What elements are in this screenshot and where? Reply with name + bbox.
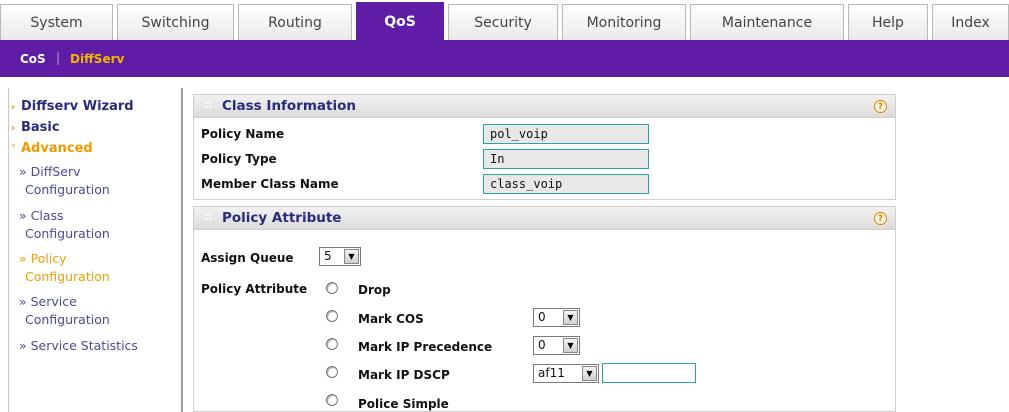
class-information-header: :: Class Information ? (193, 94, 896, 118)
menu-label: Basic (21, 120, 60, 135)
select-value: 0 (538, 338, 546, 352)
chevron-right-icon: › (11, 123, 16, 134)
policy-type-field: In (483, 149, 649, 169)
sub-nav: CoS | DiffServ (0, 40, 1009, 77)
mark-ip-dscp-label: Mark IP DSCP (358, 368, 450, 382)
menu-label: » DiffServ (19, 164, 81, 179)
radio-drop[interactable] (326, 282, 338, 294)
chevron-down-icon: ▼ (563, 338, 578, 353)
panel-title: Class Information (222, 98, 356, 114)
policy-attribute-label: Policy Attribute (201, 282, 308, 296)
help-icon[interactable]: ? (874, 212, 887, 225)
menu-diffserv-wizard[interactable]: › Diffserv Wizard (11, 99, 134, 114)
menu-advanced[interactable]: ˅ Advanced (11, 141, 93, 156)
radio-mark-ip-dscp[interactable] (326, 366, 338, 378)
mark-cos-select[interactable]: 0 ▼ (533, 308, 580, 327)
menu-label: Configuration (25, 226, 110, 241)
mark-ip-dscp-select[interactable]: af11 ▼ (533, 364, 599, 383)
top-nav: System Switching Routing QoS Security Mo… (0, 0, 1009, 40)
mark-ip-dscp-value-input[interactable] (602, 363, 696, 383)
chevron-down-icon: ▼ (344, 249, 359, 264)
tab-qos[interactable]: QoS (356, 2, 444, 40)
menu-label: Configuration (25, 269, 110, 284)
menu-label: » Policy (19, 251, 67, 266)
menu-diffserv-configuration[interactable]: » DiffServ Configuration (19, 164, 110, 197)
tab-switching[interactable]: Switching (117, 4, 234, 40)
chevron-down-icon: ▼ (563, 310, 578, 325)
menu-label: » Service Statistics (19, 338, 138, 353)
chevron-down-icon: ▼ (582, 366, 597, 381)
left-menu: › Diffserv Wizard › Basic ˅ Advanced » Diff… (8, 88, 183, 412)
panel-title: Policy Attribute (222, 210, 342, 226)
menu-class-configuration[interactable]: » Class Configuration (19, 208, 110, 241)
mark-cos-label: Mark COS (358, 312, 424, 326)
subnav-cos[interactable]: CoS (20, 52, 46, 66)
select-value: 5 (324, 249, 332, 263)
mark-ip-precedence-label: Mark IP Precedence (358, 340, 493, 354)
tab-index[interactable]: Index (932, 4, 1009, 40)
chevron-right-icon: › (11, 102, 16, 113)
assign-queue-label: Assign Queue (201, 251, 294, 265)
member-class-name-label: Member Class Name (201, 177, 339, 191)
policy-attribute-header: :: Policy Attribute ? (193, 206, 896, 230)
policy-type-label: Policy Type (201, 152, 277, 166)
tab-maintenance[interactable]: Maintenance (690, 4, 844, 40)
subnav-diffserv[interactable]: DiffServ (70, 52, 124, 66)
menu-label: » Class (19, 208, 64, 223)
menu-label: Configuration (25, 312, 110, 327)
tab-system[interactable]: System (0, 4, 113, 40)
menu-label: Advanced (21, 141, 93, 156)
menu-label: » Service (19, 294, 77, 309)
chevron-down-icon: ˅ (11, 144, 16, 155)
help-icon[interactable]: ? (874, 100, 887, 113)
menu-label: Diffserv Wizard (21, 99, 134, 114)
policy-name-field: pol_voip (483, 124, 649, 144)
subnav-separator: | (56, 51, 61, 65)
menu-service-statistics[interactable]: » Service Statistics (19, 338, 138, 353)
grip-icon: :: (204, 98, 213, 111)
menu-policy-configuration[interactable]: » Policy Configuration (19, 251, 110, 284)
menu-label: Configuration (25, 182, 110, 197)
mark-ip-precedence-select[interactable]: 0 ▼ (533, 336, 580, 355)
tab-monitoring[interactable]: Monitoring (562, 4, 686, 40)
grip-icon: :: (204, 210, 213, 223)
radio-mark-cos[interactable] (326, 310, 338, 322)
drop-label: Drop (358, 283, 391, 297)
tab-help[interactable]: Help (848, 4, 928, 40)
member-class-name-field: class_voip (483, 174, 649, 194)
radio-mark-ip-precedence[interactable] (326, 338, 338, 350)
menu-basic[interactable]: › Basic (11, 120, 60, 135)
tab-routing[interactable]: Routing (238, 4, 352, 40)
menu-service-configuration[interactable]: » Service Configuration (19, 294, 110, 327)
tab-security[interactable]: Security (448, 4, 558, 40)
select-value: 0 (538, 310, 546, 324)
radio-police-simple[interactable] (326, 394, 338, 406)
police-simple-label: Police Simple (358, 397, 449, 411)
assign-queue-select[interactable]: 5 ▼ (319, 247, 361, 266)
policy-name-label: Policy Name (201, 127, 285, 141)
select-value: af11 (538, 366, 565, 380)
